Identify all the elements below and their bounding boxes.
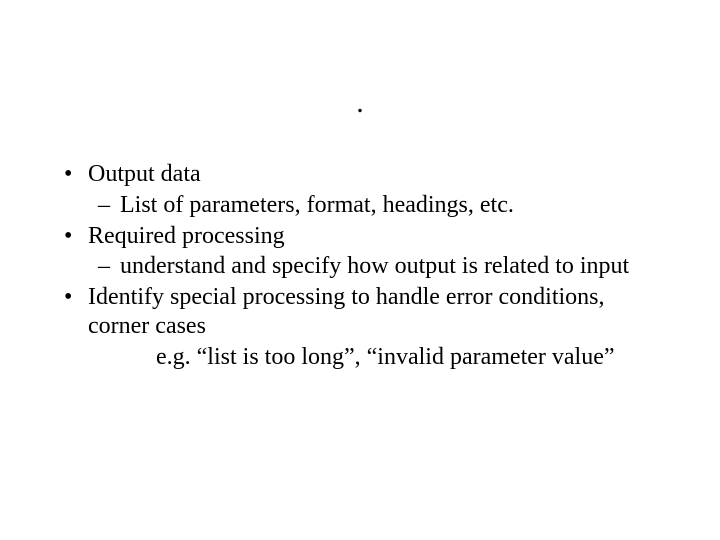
bullet-required-processing: • Required processing bbox=[60, 222, 670, 251]
dash-icon: – bbox=[98, 252, 110, 281]
subbullet-label: List of parameters, format, headings, et… bbox=[120, 192, 514, 218]
slide: . • Output data – List of parameters, fo… bbox=[0, 0, 720, 540]
subbullet-output-data: – List of parameters, format, headings, … bbox=[60, 191, 670, 220]
subbullet-required-processing: – understand and specify how output is r… bbox=[60, 252, 670, 281]
example-text: e.g. “list is too long”, “invalid parame… bbox=[156, 344, 615, 370]
bullet-icon: • bbox=[64, 283, 72, 312]
example-special-processing: e.g. “list is too long”, “invalid parame… bbox=[60, 343, 670, 372]
dash-icon: – bbox=[98, 191, 110, 220]
slide-body: • Output data – List of parameters, form… bbox=[60, 160, 670, 374]
bullet-special-processing: • Identify special processing to handle … bbox=[60, 283, 670, 341]
subbullet-label: understand and specify how output is rel… bbox=[120, 253, 629, 279]
bullet-output-data: • Output data bbox=[60, 160, 670, 189]
slide-title-mark: . bbox=[0, 88, 720, 118]
bullet-icon: • bbox=[64, 222, 72, 251]
bullet-label: Output data bbox=[88, 161, 201, 187]
bullet-icon: • bbox=[64, 160, 72, 189]
bullet-label: Identify special processing to handle er… bbox=[88, 284, 605, 339]
bullet-label: Required processing bbox=[88, 223, 285, 249]
